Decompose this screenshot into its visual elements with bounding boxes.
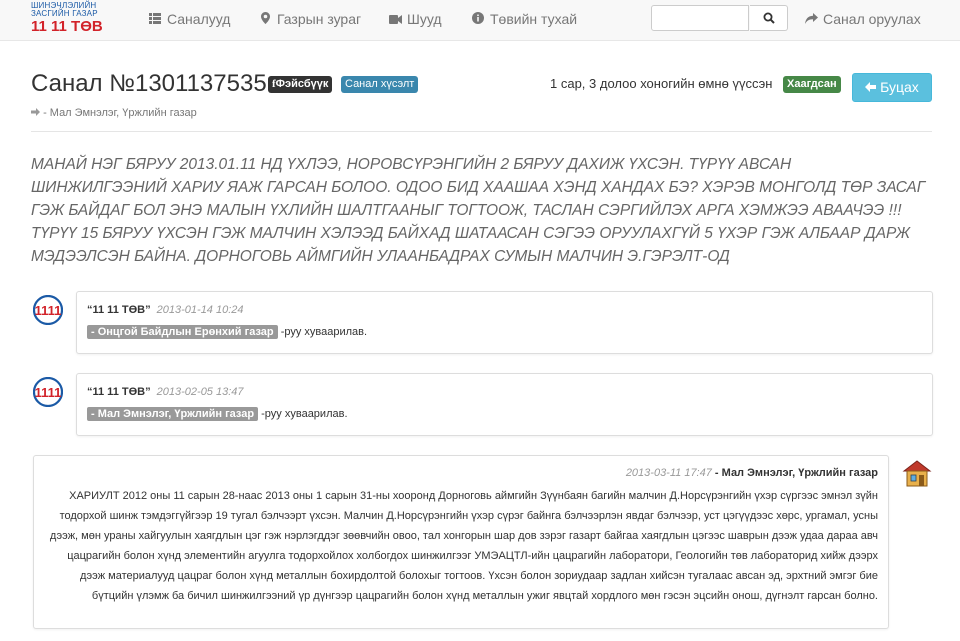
arrow-left-icon (865, 79, 880, 95)
complaint-text: МАНАЙ НЭГ БЯРУУ 2013.01.11 НД ҮХЛЭЭ, НОР… (31, 156, 926, 265)
navbar: ШИНЭЧЛЭЛИЙН ЗАСГИЙН ГАЗАР 11 11 ТӨВ Сана… (0, 0, 960, 41)
reply-org: - Мал Эмнэлэг, Үржлийн газар (714, 467, 878, 479)
logo-line-2: ЗАСГИЙН ГАЗАР (31, 9, 98, 18)
timeline-event-1: “11 11 ТӨВ” 2013-01-14 10:24 - Онцгой Ба… (76, 291, 933, 354)
event-action: -руу хуваарилав. (261, 408, 348, 420)
share-icon (805, 13, 818, 27)
facebook-badge: fФэйсбүүк (268, 76, 333, 93)
nav-live[interactable]: Шууд (389, 11, 442, 27)
center-logo-icon: 1111 (32, 294, 64, 326)
status-badge: Хаагдсан (783, 76, 841, 93)
reply-text: ХАРИУЛТ 2012 оны 11 сарын 28-наас 2013 о… (49, 490, 878, 602)
info-icon (472, 12, 484, 27)
list-icon (149, 13, 161, 27)
event-time: 2013-02-05 13:47 (156, 386, 244, 398)
back-button[interactable]: Буцах (852, 73, 932, 102)
page-title: Санал №1301137535 (31, 70, 267, 97)
svg-text:1111: 1111 (35, 303, 62, 318)
event-time: 2013-01-14 10:24 (156, 304, 244, 316)
search-input[interactable] (651, 5, 749, 31)
arrow-right-icon (31, 107, 43, 119)
organization-building-icon (902, 458, 932, 488)
video-camera-icon (389, 13, 402, 27)
nav-submit-proposal[interactable]: Санал оруулах (805, 11, 921, 27)
breadcrumb: - Мал Эмнэлэг, Үржлийн газар (31, 107, 197, 119)
logo-line-3: 11 11 ТӨВ (31, 18, 103, 35)
site-logo[interactable]: ШИНЭЧЛЭЛИЙН ЗАСГИЙН ГАЗАР 11 11 ТӨВ (31, 2, 103, 35)
svg-text:1111: 1111 (35, 385, 62, 400)
assigned-org-tag[interactable]: - Онцгой Байдлын Ерөнхий газар (87, 325, 278, 339)
timeline-event-2: “11 11 ТӨВ” 2013-02-05 13:47 - Мал Эмнэл… (76, 373, 933, 436)
type-badge: Санал хүсэлт (341, 76, 419, 93)
nav-map[interactable]: Газрын зураг (259, 11, 361, 27)
divider (31, 131, 932, 132)
back-button-label: Буцах (880, 79, 919, 95)
assigned-org-tag[interactable]: - Мал Эмнэлэг, Үржлийн газар (87, 407, 259, 421)
reply-time: 2013-03-11 17:47 (625, 467, 712, 479)
nav-map-label: Газрын зураг (277, 11, 362, 27)
breadcrumb-org[interactable]: - Мал Эмнэлэг, Үржлийн газар (43, 107, 197, 119)
event-action: -руу хуваарилав. (280, 326, 368, 338)
nav-submit-label: Санал оруулах (823, 11, 921, 27)
search-icon (763, 12, 775, 24)
nav-about-label: Төвийн тухай (490, 11, 578, 27)
nav-about[interactable]: Төвийн тухай (472, 11, 577, 27)
created-time: 1 сар, 3 долоо хоногийн өмнө үүссэн (550, 76, 773, 91)
official-reply: 2013-03-11 17:47 - Мал Эмнэлэг, Үржлийн … (33, 455, 889, 629)
nav-live-label: Шууд (407, 11, 442, 27)
nav-proposals[interactable]: Саналууд (149, 11, 230, 27)
center-logo-icon: 1111 (32, 376, 64, 408)
search-button[interactable] (750, 5, 788, 31)
event-author: “11 11 ТӨВ” (87, 386, 151, 398)
map-marker-icon (259, 12, 271, 27)
event-author: “11 11 ТӨВ” (87, 304, 151, 316)
nav-proposals-label: Саналууд (167, 11, 231, 27)
